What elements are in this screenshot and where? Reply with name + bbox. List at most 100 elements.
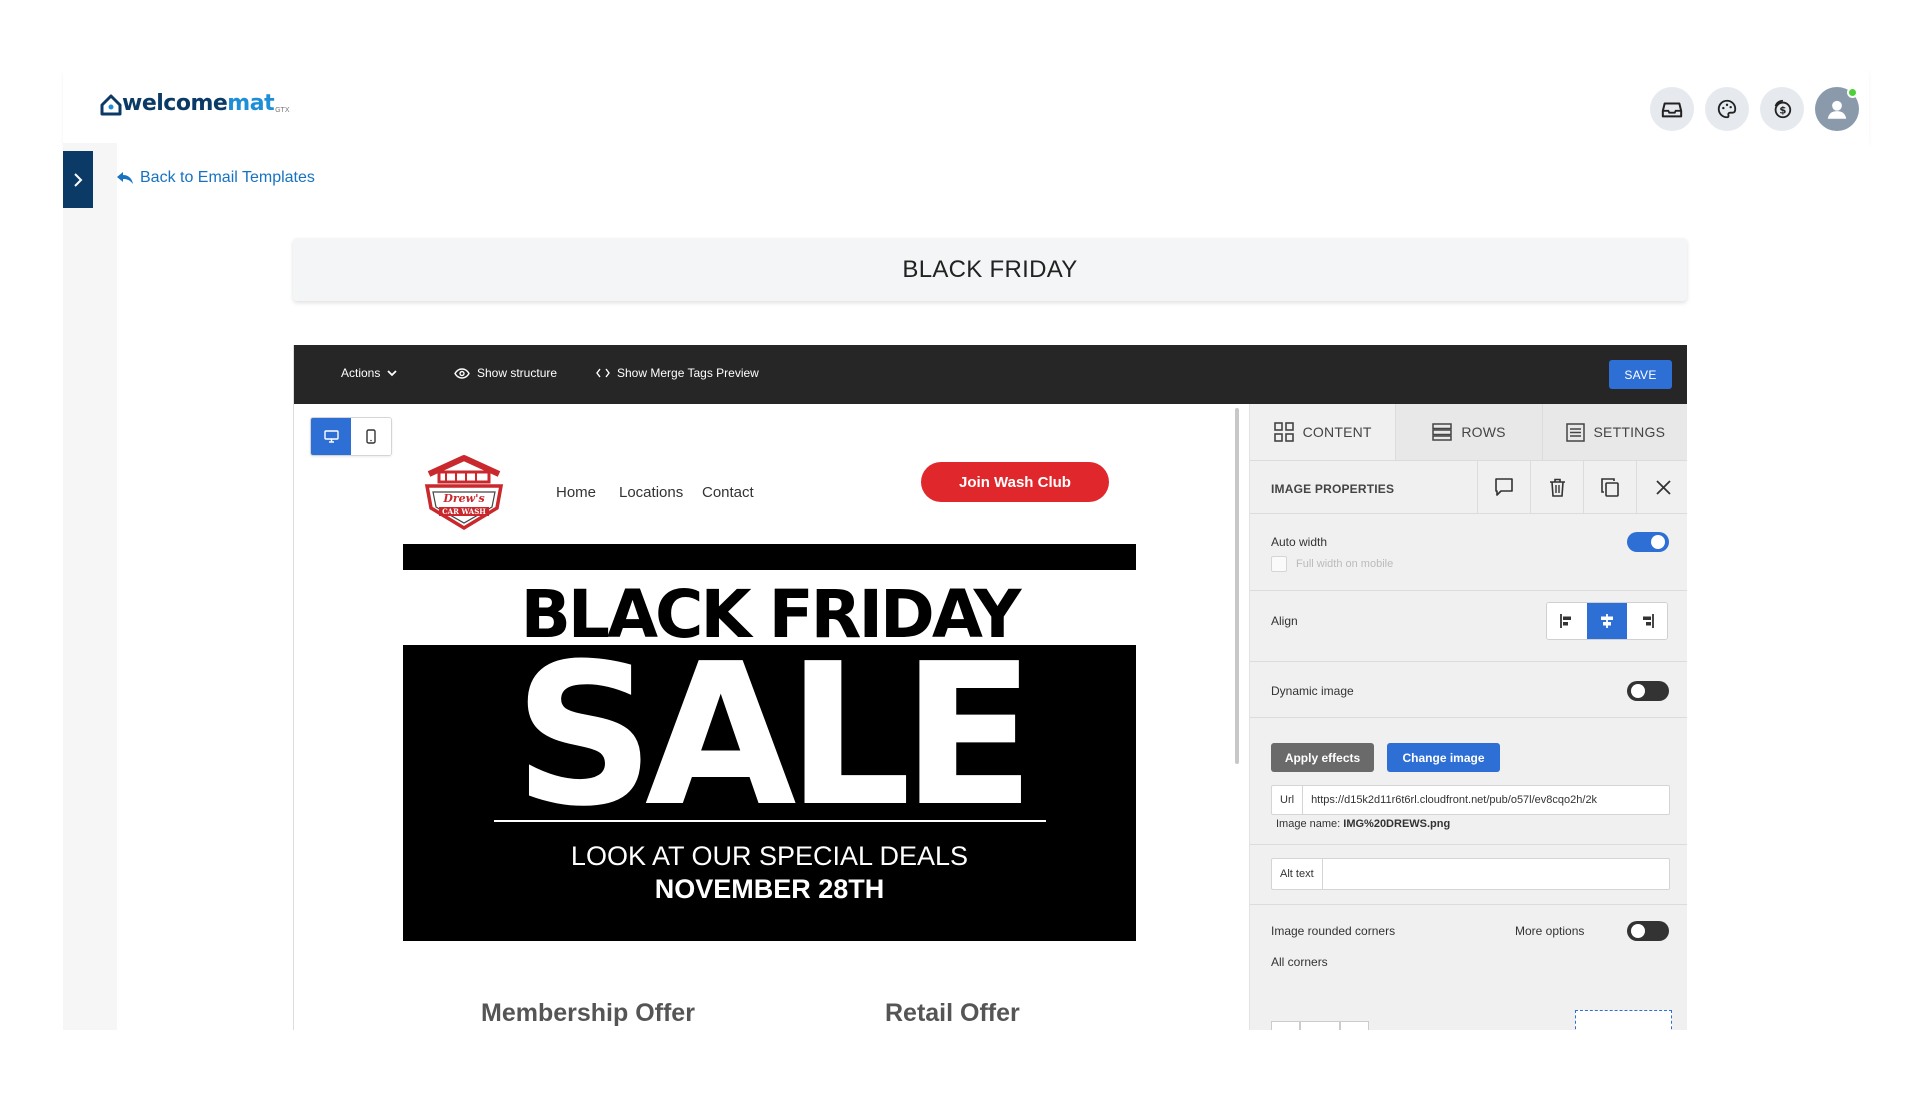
hero-divider (494, 820, 1046, 822)
full-width-mobile-label: Full width on mobile (1296, 558, 1394, 570)
editor-toolbar: Actions Show structure Show Merge Tags P… (294, 345, 1687, 404)
dynamic-image-label: Dynamic image (1271, 684, 1354, 698)
billing-icon: $ (1774, 99, 1792, 119)
more-options-label: More options (1515, 924, 1585, 938)
app-header: welcomemat GTX $ (63, 70, 1869, 143)
show-merge-tags-button[interactable]: Show Merge Tags Preview (596, 366, 759, 380)
email-nav-contact[interactable]: Contact (702, 484, 754, 501)
url-value: https://d15k2d11r6t6rl.cloudfront.net/pu… (1311, 794, 1598, 806)
theme-button[interactable] (1705, 87, 1749, 131)
tab-rows[interactable]: ROWS (1396, 404, 1543, 460)
align-center-button[interactable] (1587, 603, 1627, 639)
user-avatar[interactable] (1815, 87, 1859, 131)
align-left-icon (1560, 614, 1571, 628)
full-width-mobile-checkbox[interactable] (1271, 556, 1287, 572)
show-merge-tags-label: Show Merge Tags Preview (617, 366, 759, 380)
logo-text-mat: mat (227, 91, 275, 116)
desktop-icon (323, 430, 339, 443)
divider (1250, 904, 1687, 905)
image-name: Image name: IMG%20DREWS.png (1276, 818, 1450, 830)
change-image-button[interactable]: Change image (1387, 743, 1500, 772)
comment-icon (1495, 478, 1513, 496)
comment-button[interactable] (1477, 461, 1530, 513)
settings-icon (1565, 422, 1585, 442)
chevron-right-icon (74, 172, 83, 187)
rounded-corners-toggle[interactable] (1627, 921, 1669, 941)
hero-subtitle: LOOK AT OUR SPECIAL DEALS (570, 841, 969, 871)
alt-text-field[interactable]: Alt text (1271, 858, 1670, 890)
svg-text:$: $ (1779, 106, 1786, 117)
save-button[interactable]: SAVE (1609, 360, 1672, 389)
image-url-field[interactable]: Url https://d15k2d11r6t6rl.cloudfront.ne… (1271, 785, 1670, 815)
image-properties-title: IMAGE PROPERTIES (1271, 482, 1395, 496)
close-icon (1655, 479, 1671, 495)
sidebar-toggle[interactable] (63, 151, 93, 208)
header-actions: $ (1650, 87, 1859, 131)
drews-car-wash-logo[interactable]: Drew's CAR WASH (421, 452, 507, 532)
device-toggle (310, 417, 392, 456)
membership-offer-heading: Membership Offer (481, 999, 695, 1027)
align-label: Align (1271, 614, 1298, 628)
align-center-icon (1601, 614, 1613, 628)
retail-offer-heading: Retail Offer (885, 999, 1020, 1027)
show-structure-label: Show structure (477, 366, 558, 380)
duplicate-button[interactable] (1583, 461, 1636, 513)
align-right-button[interactable] (1627, 603, 1667, 639)
divider (1250, 590, 1687, 591)
align-buttons (1546, 602, 1668, 640)
actions-menu[interactable]: Actions (341, 366, 397, 380)
email-canvas: Drew's CAR WASH Home Locations Contact J… (294, 404, 1241, 1030)
show-structure-button[interactable]: Show structure (454, 366, 557, 380)
auto-width-toggle[interactable] (1627, 532, 1669, 552)
billing-button[interactable]: $ (1760, 87, 1804, 131)
image-name-value: IMG%20DREWS.png (1343, 818, 1451, 830)
dynamic-image-toggle[interactable] (1627, 681, 1669, 701)
alt-text-label: Alt text (1272, 859, 1323, 889)
desktop-view-button[interactable] (311, 418, 351, 455)
inbox-icon (1661, 102, 1683, 118)
join-wash-club-button[interactable]: Join Wash Club (921, 462, 1109, 502)
align-right-icon (1643, 614, 1654, 628)
delete-button[interactable] (1530, 461, 1583, 513)
palette-icon (1717, 99, 1737, 119)
page-body: Back to Email Templates BLACK FRIDAY Act… (63, 143, 1869, 1030)
logo-text-welcome: welcome (122, 91, 228, 116)
grid-icon (1273, 422, 1294, 442)
tab-settings-label: SETTINGS (1593, 424, 1666, 440)
close-button[interactable] (1636, 461, 1687, 513)
email-nav-locations[interactable]: Locations (619, 484, 683, 501)
tab-content[interactable]: CONTENT (1250, 404, 1397, 460)
back-link-label: Back to Email Templates (140, 169, 315, 186)
image-properties-header: IMAGE PROPERTIES (1250, 460, 1687, 514)
apply-effects-button[interactable]: Apply effects (1271, 743, 1374, 772)
corner-preview-icon (1575, 1010, 1672, 1030)
rounded-corners-label: Image rounded corners (1271, 924, 1396, 938)
mobile-icon (366, 429, 376, 444)
reply-arrow-icon (117, 171, 133, 184)
back-to-templates-link[interactable]: Back to Email Templates (116, 169, 315, 187)
hero-sale-text: SALE (513, 622, 1036, 850)
url-label: Url (1272, 786, 1304, 814)
eye-icon (454, 367, 470, 379)
trash-icon (1549, 478, 1565, 497)
code-icon (596, 368, 610, 378)
logo-suffix: GTX (275, 107, 290, 114)
corner-radius-stepper[interactable] (1271, 1021, 1369, 1030)
hero-image[interactable]: BLACK FRIDAY SALE LOOK AT OUR SPECIAL DE… (403, 544, 1136, 941)
duplicate-icon (1601, 477, 1619, 497)
align-left-button[interactable] (1547, 603, 1587, 639)
hero-top-bar (403, 544, 1136, 570)
welcomemat-logo[interactable]: welcomemat GTX (100, 92, 289, 116)
inbox-button[interactable] (1650, 87, 1694, 131)
all-corners-label: All corners (1271, 955, 1328, 969)
tab-settings[interactable]: SETTINGS (1542, 404, 1687, 460)
divider (1250, 661, 1687, 662)
mobile-view-button[interactable] (351, 418, 391, 455)
tab-content-label: CONTENT (1302, 424, 1372, 440)
actions-label: Actions (341, 366, 381, 380)
image-name-label: Image name: (1276, 818, 1341, 830)
panel-tabs: CONTENT ROWS SETTINGS (1250, 404, 1687, 460)
canvas-scrollbar[interactable] (1235, 408, 1239, 764)
email-editor: Actions Show structure Show Merge Tags P… (293, 345, 1687, 1030)
email-nav-home[interactable]: Home (556, 484, 596, 501)
